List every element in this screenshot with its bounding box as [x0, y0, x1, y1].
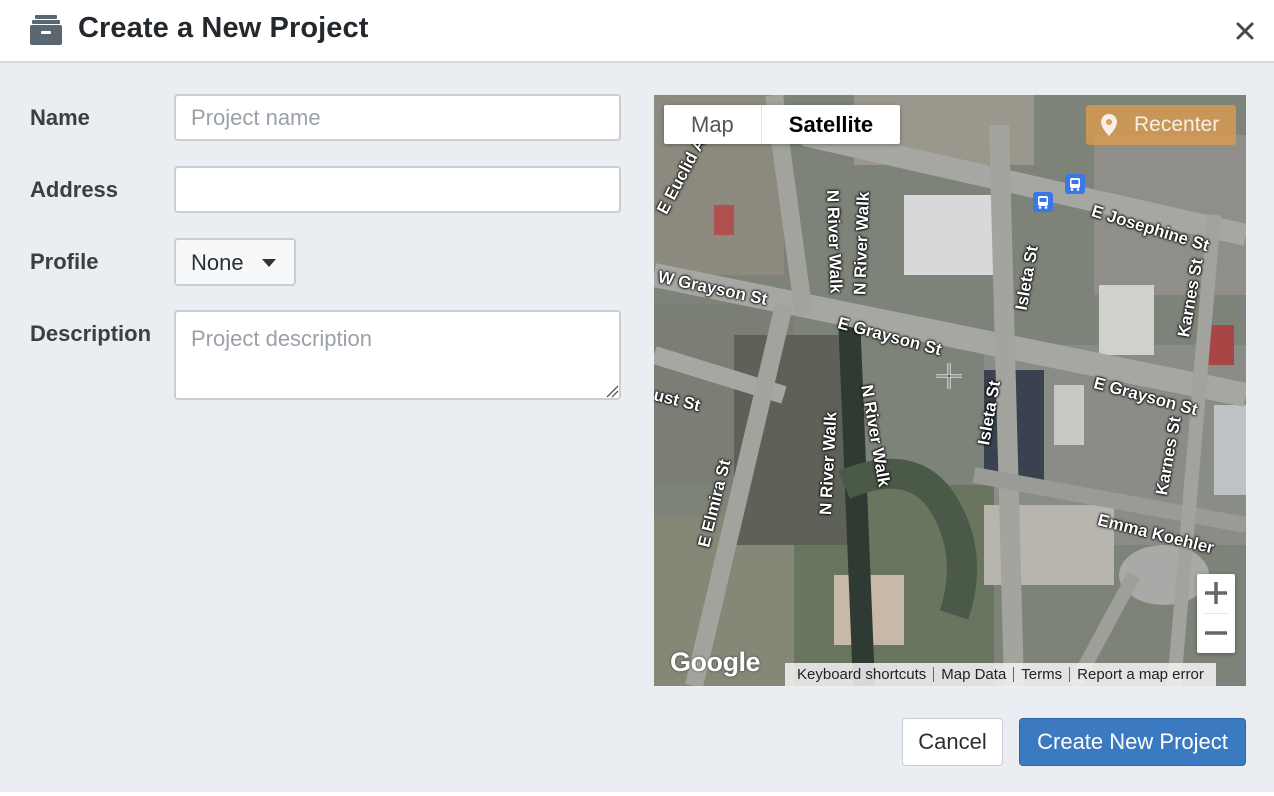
map-type-toggle: Map Satellite: [664, 105, 901, 144]
description-textarea[interactable]: [174, 310, 621, 400]
dialog-bottom-edge: [0, 792, 1274, 796]
divider: [1013, 667, 1015, 682]
map-type-map-button[interactable]: Map: [664, 105, 761, 144]
description-label: Description: [30, 321, 152, 346]
create-project-dialog: Create a New Project Name Address Profil…: [0, 0, 1274, 796]
caret-down-icon: [262, 259, 276, 267]
map-view[interactable]: E Euclid Av N River Walk N River Walk E …: [654, 95, 1246, 686]
address-label: Address: [30, 177, 119, 202]
street-label: N River Walk: [850, 191, 873, 296]
google-logo: Google: [670, 647, 761, 677]
report-map-error-link[interactable]: Report a map error: [1073, 666, 1208, 683]
map-type-satellite-button[interactable]: Satellite: [760, 105, 900, 144]
recenter-label: Recenter: [1134, 113, 1220, 136]
project-name-input[interactable]: [174, 94, 621, 141]
archive-box-icon: [30, 15, 62, 45]
name-label: Name: [30, 105, 90, 130]
bus-stop-icon[interactable]: [1033, 192, 1053, 212]
dialog-title: Create a New Project: [78, 12, 369, 44]
terms-link[interactable]: Terms: [1017, 666, 1066, 683]
map-attribution-bar: Keyboard shortcuts Map Data Terms Report…: [785, 663, 1216, 686]
keyboard-shortcuts-link[interactable]: Keyboard shortcuts: [793, 666, 930, 683]
zoom-out-button[interactable]: [1197, 614, 1235, 653]
bus-stop-icon[interactable]: [1065, 174, 1085, 194]
recenter-button[interactable]: Recenter: [1086, 105, 1236, 145]
street-label: N River Walk: [823, 189, 846, 294]
close-icon[interactable]: [1230, 16, 1260, 46]
zoom-in-button[interactable]: [1197, 574, 1235, 613]
divider: [1069, 667, 1071, 682]
map-pin-icon: [1101, 114, 1117, 136]
crosshair-icon: [936, 363, 962, 389]
cancel-button[interactable]: Cancel: [902, 718, 1003, 766]
address-input[interactable]: [174, 166, 621, 213]
resize-grip-icon[interactable]: [603, 382, 619, 398]
profile-select[interactable]: None: [174, 238, 296, 286]
map-data-link[interactable]: Map Data: [937, 666, 1010, 683]
create-project-button[interactable]: Create New Project: [1019, 718, 1246, 766]
divider: [933, 667, 935, 682]
profile-selected-value: None: [191, 250, 244, 275]
zoom-control: [1197, 574, 1235, 653]
dialog-header: Create a New Project: [0, 0, 1274, 63]
profile-label: Profile: [30, 249, 99, 274]
